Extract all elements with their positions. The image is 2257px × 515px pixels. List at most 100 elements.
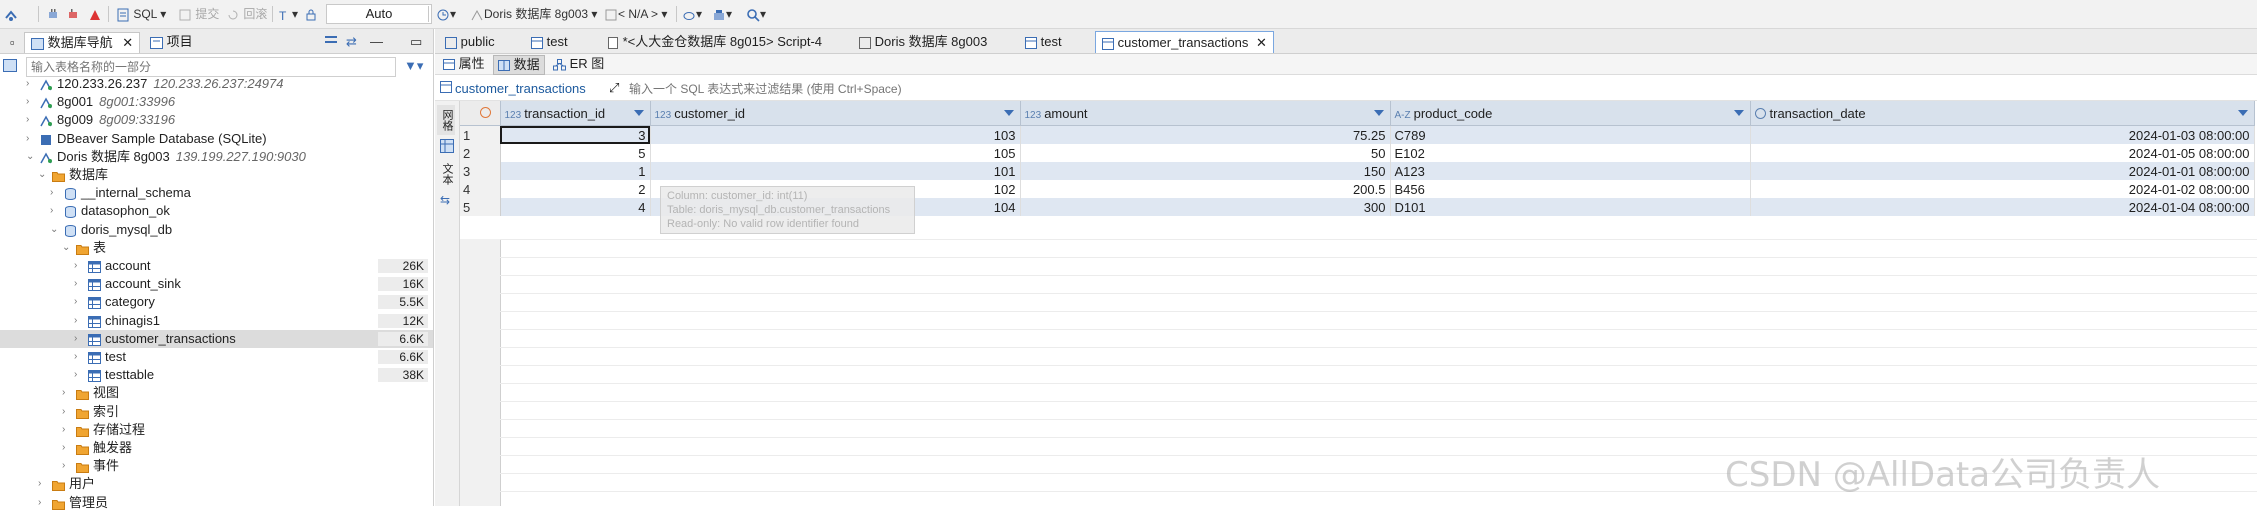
tree-item[interactable]: › 8g009 8g009:33196 [0,111,433,129]
connect-icon[interactable] [4,5,18,23]
tree-item[interactable]: › 8g001 8g001:33996 [0,93,433,111]
subtab-data[interactable]: 数据 [493,55,545,75]
tree-item[interactable]: › 触发器 [0,439,433,457]
tree-item[interactable]: › 视图 [0,384,433,402]
datasource-selector[interactable]: Doris 数据库 8g003 ▾ [470,5,597,23]
cloud-icon[interactable]: ▾ [682,5,702,23]
table-name-link[interactable]: customer_transactions [455,81,586,96]
tab-script-4[interactable]: *<人大金仓数据库 8g015> Script-4 [601,31,828,52]
table-cell[interactable]: 50 [1020,144,1391,162]
table-cell[interactable]: 150 [1020,162,1391,180]
tree-item[interactable]: › category 5.5K [0,293,433,311]
chevron-right-icon[interactable]: › [74,257,84,275]
tree-item[interactable]: › 管理员 [0,494,433,512]
chevron-right-icon[interactable]: › [74,293,84,311]
history-icon[interactable]: ▾ [436,5,456,23]
tree-item[interactable]: ⌄ 表 [0,239,433,257]
chevron-right-icon[interactable]: › [74,348,84,366]
maximize-icon[interactable]: ▭ [404,32,428,52]
tree-item[interactable]: › DBeaver Sample Database (SQLite) [0,130,433,148]
chevron-right-icon[interactable]: › [74,275,84,293]
tab-doris-db[interactable]: Doris 数据库 8g003 [853,31,993,52]
tab-test-2[interactable]: test [1019,31,1068,52]
tree-item[interactable]: › test 6.6K [0,348,433,366]
chevron-right-icon[interactable]: › [74,366,84,384]
expand-icon[interactable]: ⤢ [609,80,619,96]
sort-icon[interactable] [633,110,644,116]
tree-item[interactable]: › 事件 [0,457,433,475]
row-number[interactable]: 3 [460,162,501,180]
chevron-right-icon[interactable]: › [26,130,36,148]
chevron-right-icon[interactable]: › [74,312,84,330]
table-filter-input[interactable] [26,57,396,77]
table-cell[interactable]: 5 [500,144,651,162]
table-cell[interactable]: 2024-01-05 08:00:00 [1750,144,2255,162]
table-row[interactable]: 3 1 101 150 A123 2024-01-01 08:00:00 [460,162,2255,180]
table-cell[interactable]: 105 [650,144,1021,162]
chevron-down-icon[interactable]: ⌄ [62,239,72,257]
lock-icon[interactable] [304,5,318,23]
sort-icon[interactable] [1733,110,1744,116]
table-cell[interactable]: 200.5 [1020,180,1391,198]
table-cell[interactable]: 75.25 [1020,125,1391,144]
table-filter-field[interactable] [27,58,395,76]
commit-button[interactable]: 提交 [178,5,219,23]
chevron-right-icon[interactable]: › [50,184,60,202]
table-cell[interactable]: E102 [1390,144,1751,162]
sort-icon[interactable] [1003,110,1014,116]
chevron-right-icon[interactable]: › [62,403,72,421]
tab-test[interactable]: test [525,31,574,52]
tree-item[interactable]: › customer_transactions 6.6K [0,329,433,348]
tree-item[interactable]: › datasophon_ok [0,202,433,220]
chevron-right-icon[interactable]: › [50,202,60,220]
invalidate-icon[interactable] [88,5,102,23]
sort-icon[interactable] [1373,110,1384,116]
schema-selector[interactable]: < N/A > ▾ [604,5,667,23]
table-cell[interactable]: 2024-01-01 08:00:00 [1750,162,2255,180]
tree-item[interactable]: › testtable 38K [0,366,433,384]
link-editor-icon[interactable]: ⇄ [340,32,363,52]
chevron-right-icon[interactable]: › [26,93,36,111]
subtab-er-diagram[interactable]: ER 图 [549,55,608,73]
chevron-right-icon[interactable]: › [38,475,48,493]
chevron-right-icon[interactable]: › [26,111,36,129]
minimize-icon[interactable]: — [364,32,389,52]
chevron-right-icon[interactable]: › [62,457,72,475]
table-cell[interactable]: A123 [1390,162,1751,180]
chevron-down-icon[interactable]: ⌄ [50,221,60,239]
chevron-right-icon[interactable]: › [26,75,36,93]
table-cell[interactable]: 2 [500,180,651,198]
search-icon[interactable]: ▾ [746,5,766,23]
chevron-down-icon[interactable]: ⌄ [26,148,36,166]
grid-icon[interactable] [440,139,454,156]
text-view-tab[interactable]: 文本 [437,159,455,189]
sql-filter-input[interactable] [627,80,2231,98]
tree-item[interactable]: › 120.233.26.237 120.233.26.237:24974 [0,75,433,93]
chevron-right-icon[interactable]: › [62,439,72,457]
table-cell[interactable]: C789 [1390,125,1751,144]
tree-item[interactable]: › account 26K [0,257,433,275]
table-cell[interactable]: 101 [650,162,1021,180]
close-icon[interactable]: ✕ [1256,35,1267,50]
column-header-amount[interactable]: 123 amount [1020,101,1391,126]
column-header-customer-id[interactable]: 123 customer_id [650,101,1021,126]
panels-icon[interactable]: ⇆ [440,193,450,207]
filter-toggle-icon[interactable] [3,59,17,75]
chevron-down-icon[interactable]: ⌄ [38,166,48,184]
table-row[interactable]: 1 3 103 75.25 C789 2024-01-03 08:00:00 [460,125,2255,144]
disconnect-icon[interactable] [66,5,80,23]
tree-item[interactable]: ⌄ doris_mysql_db [0,221,433,239]
sql-editor-button[interactable]: SQL ▾ [116,5,166,23]
tree-item[interactable]: › 用户 [0,475,433,493]
tab-public[interactable]: public [439,31,501,52]
tab-customer-transactions[interactable]: customer_transactions ✕ [1095,31,1274,53]
tree-item[interactable]: ⌄ Doris 数据库 8g003 139.199.227.190:9030 [0,148,433,166]
tab-database-navigator[interactable]: 数据库导航 ✕ [24,32,141,53]
table-cell[interactable]: 300 [1020,198,1391,216]
row-number[interactable]: 1 [460,125,501,144]
chevron-right-icon[interactable]: › [62,421,72,439]
table-cell[interactable]: 2024-01-02 08:00:00 [1750,180,2255,198]
table-cell[interactable]: 1 [500,162,651,180]
export-icon[interactable]: ▾ [712,5,732,23]
view-menu-icon[interactable]: ▫ [10,33,15,53]
